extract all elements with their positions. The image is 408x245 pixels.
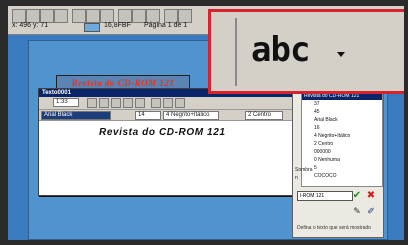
save-icon[interactable]	[87, 98, 97, 108]
color-swatch	[84, 23, 100, 32]
text-tool-label[interactable]: abc	[251, 30, 310, 70]
save-icon[interactable]	[40, 9, 54, 23]
redo-icon[interactable]	[132, 9, 146, 23]
cut-icon[interactable]	[111, 98, 121, 108]
zoom-icon[interactable]	[164, 9, 178, 23]
open-icon[interactable]	[99, 98, 109, 108]
new-file-icon[interactable]	[12, 9, 26, 23]
font-size-select[interactable]: 14	[135, 111, 161, 120]
hint-text: Defina o texto que será mostrado	[297, 225, 371, 231]
shadow-label: Sombra	[295, 167, 313, 173]
editor-toolbar: 1:33	[39, 97, 301, 110]
copy-icon[interactable]	[123, 98, 133, 108]
list-item[interactable]: 000000	[302, 148, 382, 156]
page-indicator: Página 1 de 1	[144, 22, 188, 29]
list-item[interactable]: 5	[302, 164, 382, 172]
zoom-callout: abc	[208, 9, 404, 94]
properties-list[interactable]: Revista do CD-ROM 121 37 45 Arial Black …	[301, 91, 383, 187]
shadow-letter: n	[295, 175, 298, 181]
paste-icon[interactable]	[135, 98, 145, 108]
dropdown-arrow-icon[interactable]	[337, 52, 345, 57]
toolbar-divider	[235, 18, 237, 86]
list-item[interactable]: 45	[302, 108, 382, 116]
format-toolbar: Arial Black 14 4 Negrito+Itálico 2 Centr…	[39, 110, 301, 121]
brush-icon[interactable]: ✎	[351, 207, 363, 217]
text-value-field[interactable]: l-ROM 121	[297, 191, 353, 201]
screen: x: 496 y: 71 16,8FBF Página 1 de 1 Revis…	[8, 6, 404, 240]
properties-panel: Revista do CD-ROM 121 37 45 Arial Black …	[292, 90, 384, 238]
list-item[interactable]: 4 Negrito+Itálico	[302, 132, 382, 140]
pen-icon[interactable]: ✐	[365, 207, 377, 217]
editor-body[interactable]: Revista do CD-ROM 121	[39, 121, 301, 195]
spell-check-icon[interactable]	[151, 98, 161, 108]
paste-icon[interactable]	[100, 9, 114, 23]
undo-icon[interactable]	[163, 98, 173, 108]
print-icon[interactable]	[54, 9, 68, 23]
cut-icon[interactable]	[72, 9, 86, 23]
copy-icon[interactable]	[86, 9, 100, 23]
coordinates-readout: x: 496 y: 71	[12, 22, 49, 29]
list-item[interactable]: COCOCO	[302, 172, 382, 180]
editor-text[interactable]: Revista do CD-ROM 121	[99, 127, 226, 138]
list-item[interactable]: Arial Black	[302, 116, 382, 124]
cancel-button[interactable]: ✖	[365, 191, 377, 201]
color-value: 16,8FBF	[104, 22, 131, 29]
delete-icon[interactable]	[146, 9, 160, 23]
list-item[interactable]: 37	[302, 100, 382, 108]
open-file-icon[interactable]	[26, 9, 40, 23]
list-item[interactable]: 0 Nenhuma	[302, 156, 382, 164]
redo-icon[interactable]	[175, 98, 185, 108]
font-select[interactable]: Arial Black	[41, 111, 111, 120]
style-select[interactable]: 4 Negrito+Itálico	[163, 111, 219, 120]
undo-icon[interactable]	[118, 9, 132, 23]
list-item[interactable]: 16	[302, 124, 382, 132]
zoom-field[interactable]: 1:33	[53, 98, 79, 107]
select-icon[interactable]	[178, 9, 192, 23]
align-select[interactable]: 2 Centro	[245, 111, 283, 120]
text-editor-window: Texto0001 1:33 Arial Black 14 4 Negrito+…	[38, 88, 302, 196]
list-item[interactable]: 2 Centro	[302, 140, 382, 148]
confirm-button[interactable]: ✔	[351, 191, 363, 201]
